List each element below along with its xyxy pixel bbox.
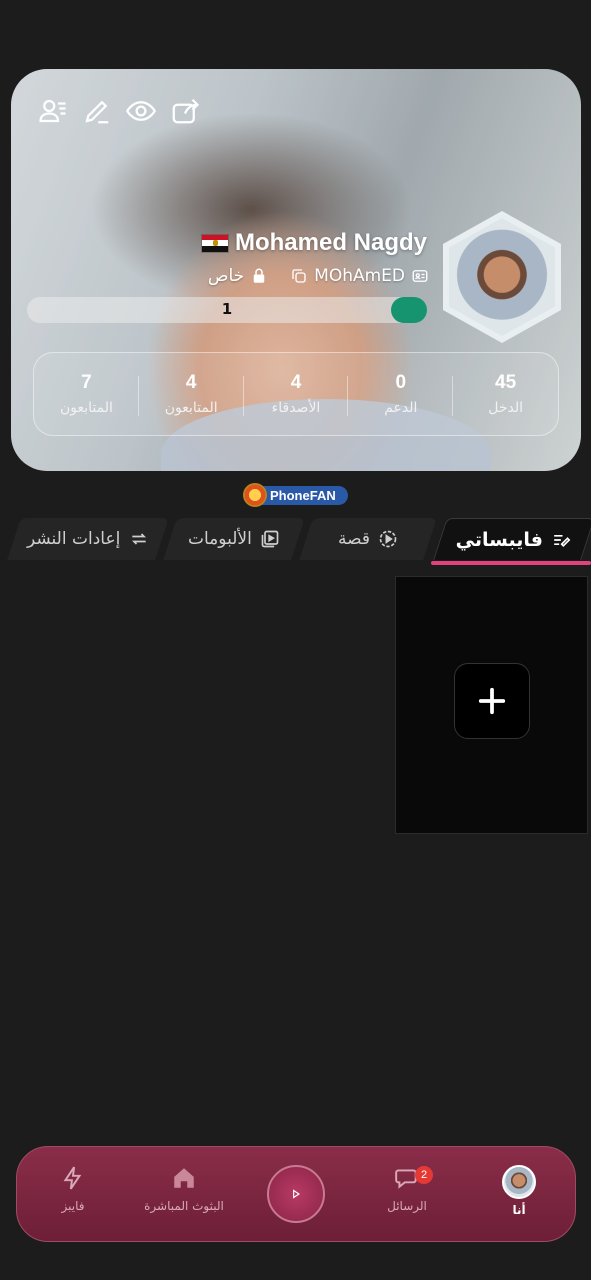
add-post-tile	[395, 576, 588, 834]
privacy-label: خاص	[207, 266, 245, 286]
profile-card: Mohamed Nagdy خاص MOhAmED 1 45 الدخل 0 ا…	[11, 69, 581, 471]
stat-friends[interactable]: 4 الأصدقاء	[244, 372, 349, 416]
nav-live[interactable]: البثوث المباشرة	[134, 1165, 234, 1213]
medal-icon	[243, 483, 267, 507]
copy-icon[interactable]	[290, 267, 308, 285]
egypt-flag-icon	[200, 233, 229, 253]
level-progress-bar: 1	[27, 297, 427, 323]
profile-meta: خاص MOhAmED	[208, 266, 429, 286]
home-icon	[174, 1168, 194, 1188]
stat-followers[interactable]: 7 المتابعون	[34, 372, 139, 416]
share-icon[interactable]	[169, 95, 201, 127]
plus-icon	[478, 687, 506, 715]
profile-actions	[37, 95, 201, 127]
phonefan-badge[interactable]: PhoneFAN	[243, 483, 348, 507]
profile-tabs: إعادات النشر الألبومات قصة فايبساتي	[0, 518, 591, 562]
level-number: 1	[221, 300, 233, 318]
profile-name: Mohamed Nagdy	[234, 229, 427, 256]
badge-label: PhoneFAN	[270, 488, 336, 503]
name-row: Mohamed Nagdy	[200, 229, 427, 257]
stats-panel: 45 الدخل 0 الدعم 4 الأصدقاء 4 المتابعون …	[33, 352, 559, 436]
tab-albums[interactable]: الألبومات	[163, 518, 305, 560]
stat-income[interactable]: 45 الدخل	[453, 372, 558, 416]
user-list-icon[interactable]	[37, 95, 69, 127]
play-circle-icon	[379, 530, 397, 548]
privacy-indicator: خاص	[208, 266, 268, 286]
avatar	[502, 1165, 536, 1199]
feed-edit-icon	[553, 534, 571, 547]
repost-icon	[131, 533, 146, 545]
play-icon	[293, 1189, 300, 1199]
active-tab-indicator	[431, 561, 591, 565]
nav-vibes[interactable]: فايبز	[23, 1165, 123, 1213]
center-play-button[interactable]	[267, 1165, 325, 1223]
nav-messages[interactable]: 2 الرسائل	[357, 1165, 457, 1213]
stat-following[interactable]: 4 المتابعون	[139, 372, 244, 416]
lock-icon	[253, 268, 265, 283]
stat-support[interactable]: 0 الدعم	[348, 372, 454, 416]
tab-reposts[interactable]: إعادات النشر	[7, 518, 169, 560]
album-icon	[261, 530, 279, 548]
lightning-icon	[63, 1166, 82, 1190]
messages-badge: 2	[415, 1166, 433, 1184]
edit-icon[interactable]	[81, 95, 113, 127]
level-progress-fill	[391, 297, 427, 323]
bottom-nav: فايبز البثوث المباشرة 2 الرسائل أنا	[16, 1146, 576, 1242]
tab-story[interactable]: قصة	[299, 518, 437, 560]
eye-icon[interactable]	[125, 95, 157, 127]
username: MOhAmED	[314, 266, 405, 286]
username-group[interactable]: MOhAmED	[290, 266, 429, 286]
id-card-icon	[412, 270, 428, 282]
add-post-button[interactable]	[454, 663, 530, 739]
nav-me[interactable]: أنا	[469, 1165, 569, 1217]
tab-vibes-mine[interactable]: فايبساتي	[433, 518, 591, 560]
